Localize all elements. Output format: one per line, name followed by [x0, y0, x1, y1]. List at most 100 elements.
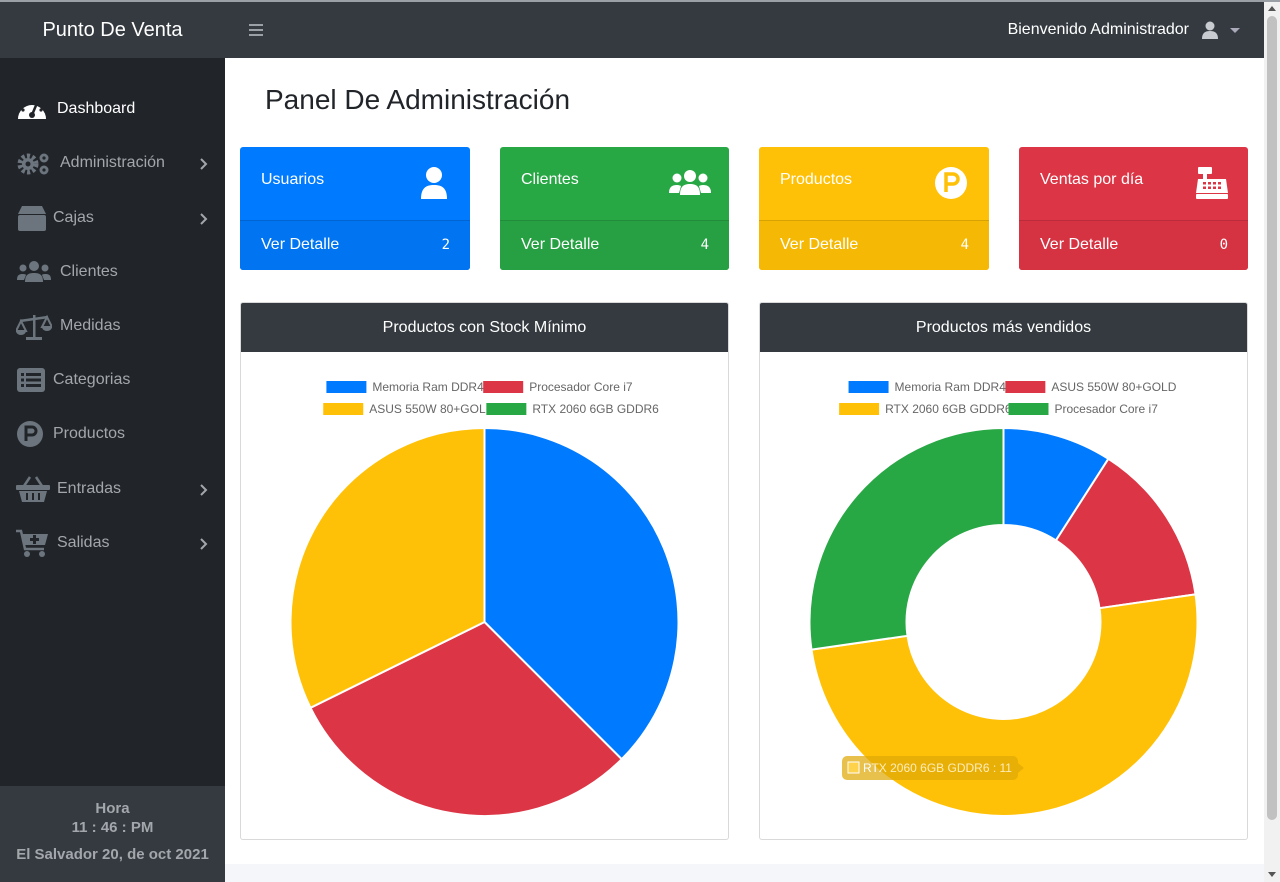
users-icon [669, 165, 711, 201]
chart-slices [289, 426, 680, 817]
legend-label: ASUS 550W 80+GOLD [369, 402, 494, 416]
sidebar-item-label: Cajas [53, 209, 94, 226]
user-icon [416, 165, 452, 201]
legend-item-rtx-2060-6gb-gddr6[interactable]: RTX 2060 6GB GDDR6 [486, 402, 659, 416]
card-clientes: Clientes Ver Detalle 4 [500, 147, 729, 270]
card-count: 2 [441, 237, 450, 253]
card-count: 0 [1219, 237, 1228, 253]
legend-swatch [486, 403, 527, 415]
legend-label: Procesador Core i7 [529, 380, 633, 394]
legend-label: RTX 2060 6GB GDDR6 [885, 402, 1012, 416]
legend-swatch [848, 381, 889, 393]
ver-detalle-link[interactable]: Ver Detalle [780, 236, 858, 254]
legend-label: ASUS 550W 80+GOLD [1051, 380, 1176, 394]
sidebar-item-label: Productos [53, 425, 126, 442]
parking-icon [16, 420, 48, 448]
chevron-right-icon [199, 157, 209, 170]
sidebar-item-label: Clientes [60, 263, 118, 280]
card-title: Productos [780, 171, 853, 188]
chevron-right-icon [199, 212, 209, 225]
sidebar-item-productos[interactable]: Productos [0, 412, 225, 456]
sidebar-item-clientes[interactable]: Clientes [0, 250, 225, 294]
card-footer: Ver Detalle 4 [500, 220, 729, 270]
scroll-down-arrow[interactable] [1268, 872, 1276, 877]
tooltip-text: RTX 2060 6GB GDDR6 : 11 [863, 761, 1012, 775]
sidebar-item-entradas[interactable]: Entradas [0, 467, 225, 511]
card-usuarios: Usuarios Ver Detalle 2 [240, 147, 470, 270]
card-title: Ventas por día [1040, 171, 1144, 188]
legend-item-memoria-ram-ddr4[interactable]: Memoria Ram DDR4 [848, 380, 1007, 394]
legend-swatch [483, 381, 524, 393]
clock-label: Hora [95, 800, 130, 817]
ver-detalle-link[interactable]: Ver Detalle [261, 236, 339, 254]
sidebar-item-medidas[interactable]: Medidas [0, 304, 225, 348]
welcome-text[interactable]: Bienvenido Administrador [1008, 2, 1189, 58]
parking-icon [933, 165, 969, 201]
card-footer: Ver Detalle 2 [240, 220, 470, 270]
hamburger-icon[interactable] [246, 18, 266, 42]
legend-item-procesador-core-i7[interactable]: Procesador Core i7 [1008, 402, 1159, 416]
legend-item-asus-550w-80-gold[interactable]: ASUS 550W 80+GOLD [323, 402, 495, 416]
stock-minimo-chart[interactable]: Memoria Ram DDR4 Procesador Core i7 ASUS 5… [241, 352, 728, 839]
card-ventas: Ventas por día Ver Detalle 0 [1019, 147, 1248, 270]
legend-swatch [1008, 403, 1049, 415]
panel-title: Productos más vendidos [760, 303, 1247, 352]
legend-label: Memoria Ram DDR4 [372, 380, 484, 394]
sidebar-item-categorias[interactable]: Categorias [0, 358, 225, 402]
balance-scale-icon [14, 312, 54, 340]
sidebar-clock: Hora 11 : 46 : PM El Salvador 20, de oct… [0, 786, 225, 882]
sidebar-item-label: Salidas [57, 534, 110, 551]
ver-detalle-link[interactable]: Ver Detalle [1040, 236, 1118, 254]
sidebar-item-dashboard[interactable]: Dashboard [0, 87, 225, 131]
chart-legend: Memoria Ram DDR4 Procesador Core i7 ASUS 5… [323, 380, 659, 416]
legend-item-rtx-2060-6gb-gddr6[interactable]: RTX 2060 6GB GDDR6 [839, 402, 1012, 416]
sidebar-item-label: Administración [60, 154, 165, 171]
card-title: Clientes [521, 171, 579, 188]
tooltip-swatch [847, 761, 860, 774]
chevron-right-icon [199, 483, 209, 496]
chart-tooltip: RTX 2060 6GB GDDR6 : 11 [842, 756, 1024, 780]
cash-register-icon [1194, 165, 1230, 201]
legend-swatch [323, 403, 364, 415]
legend-label: RTX 2060 6GB GDDR6 [532, 402, 659, 416]
legend-label: Memoria Ram DDR4 [895, 380, 1007, 394]
sidebar-item-label: Dashboard [57, 100, 136, 117]
sidebar-item-label: Entradas [57, 480, 122, 497]
card-count: 4 [960, 237, 969, 253]
scroll-up-arrow[interactable] [1268, 6, 1276, 11]
page-title: Panel De Administración [265, 84, 571, 115]
tachometer-icon [16, 95, 48, 123]
clock-date: El Salvador 20, de oct 2021 [16, 846, 209, 863]
scroll-thumb[interactable] [1267, 16, 1277, 820]
legend-swatch [1005, 381, 1046, 393]
brand-title[interactable]: Punto De Venta [0, 2, 225, 58]
user-icon[interactable] [1201, 21, 1219, 39]
legend-swatch [326, 381, 367, 393]
legend-item-memoria-ram-ddr4[interactable]: Memoria Ram DDR4 [326, 380, 484, 394]
legend-item-procesador-core-i7[interactable]: Procesador Core i7 [483, 380, 633, 394]
card-count: 4 [700, 237, 709, 253]
chevron-down-icon[interactable] [1230, 28, 1240, 33]
cart-plus-icon [16, 529, 48, 557]
main-content: Panel De Administración Usuarios Ver Det… [225, 58, 1264, 864]
mas-vendidos-chart[interactable]: Memoria Ram DDR4 ASUS 550W 80+GOLD RTX 206… [760, 352, 1247, 839]
legend-item-asus-550w-80-gold[interactable]: ASUS 550W 80+GOLD [1005, 380, 1177, 394]
sidebar-item-label: Medidas [60, 317, 121, 334]
sidebar-item-salidas[interactable]: Salidas [0, 521, 225, 565]
list-icon [16, 366, 48, 394]
card-footer: Ver Detalle 0 [1019, 220, 1248, 270]
sidebar-item-administracion[interactable]: Administración [0, 141, 225, 185]
scrollbar[interactable] [1264, 2, 1280, 882]
card-title: Usuarios [261, 171, 325, 188]
slice-procesador-core-i7[interactable] [808, 426, 1005, 651]
mas-vendidos-panel: Productos más vendidos Memoria Ram DDR4 A… [759, 302, 1248, 840]
card-footer: Ver Detalle 4 [759, 220, 989, 270]
legend-label: Procesador Core i7 [1055, 402, 1159, 416]
sidebar-item-cajas[interactable]: Cajas [0, 196, 225, 240]
basket-icon [16, 475, 50, 503]
users-icon [16, 258, 51, 286]
gears-icon [16, 149, 49, 177]
page-bottom [225, 864, 1264, 882]
sidebar: Dashboard Administración Cajas Clientes … [0, 58, 225, 882]
ver-detalle-link[interactable]: Ver Detalle [521, 236, 599, 254]
